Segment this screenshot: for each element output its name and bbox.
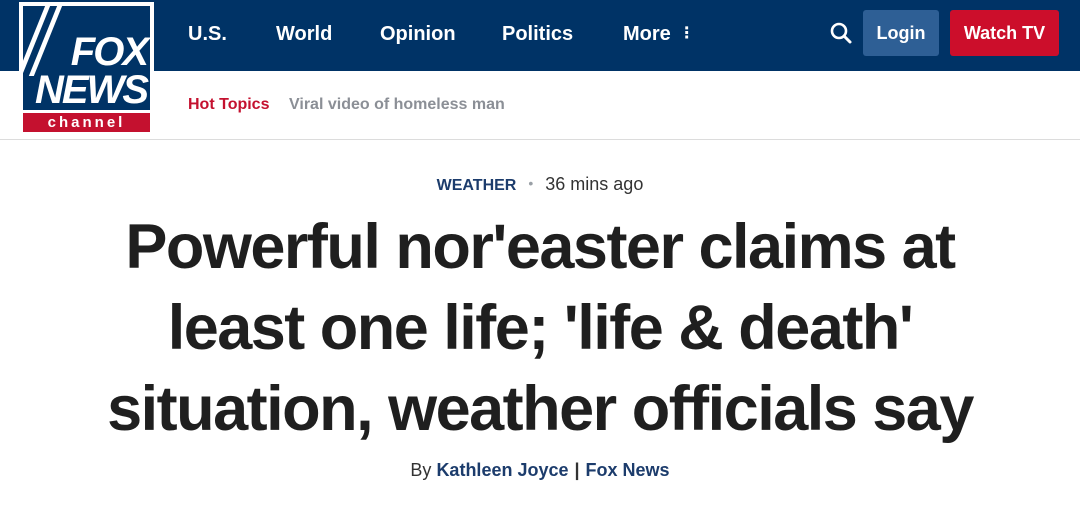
byline-prefix: By (410, 460, 432, 480)
nav-item-more[interactable]: More ⋮ (623, 0, 695, 71)
hot-topic-link[interactable]: Viral video of homeless man (289, 96, 505, 114)
hot-topics-label: Hot Topics (188, 96, 270, 113)
nav-item-us[interactable]: U.S. (188, 0, 227, 71)
author-link[interactable]: Kathleen Joyce (436, 460, 568, 480)
logo-text-fox: FOX (70, 30, 149, 74)
byline-separator: | (574, 460, 580, 480)
more-vertical-icon: ⋮ (678, 25, 695, 42)
article-headline: Powerful nor'easter claims at least one … (107, 212, 974, 444)
top-navigation-bar: U.S. World Opinion Politics More ⋮ Login … (0, 0, 1080, 71)
source-link[interactable]: Fox News (586, 460, 670, 480)
nav-item-opinion[interactable]: Opinion (380, 0, 456, 71)
watch-tv-button[interactable]: Watch TV (950, 10, 1059, 56)
nav-item-more-label: More (623, 23, 671, 45)
article-meta: WEATHER • 36 mins ago (0, 174, 1080, 195)
category-link[interactable]: WEATHER (437, 177, 517, 194)
nav-item-politics[interactable]: Politics (502, 0, 573, 71)
timestamp: 36 mins ago (545, 174, 644, 194)
hot-topics-bar: Hot Topics Viral video of homeless man (0, 71, 1080, 140)
meta-separator-dot: • (528, 175, 534, 191)
login-button[interactable]: Login (863, 10, 939, 56)
nav-item-world[interactable]: World (276, 0, 332, 71)
byline: By Kathleen Joyce | Fox News (0, 460, 1080, 481)
search-icon[interactable] (829, 21, 853, 45)
